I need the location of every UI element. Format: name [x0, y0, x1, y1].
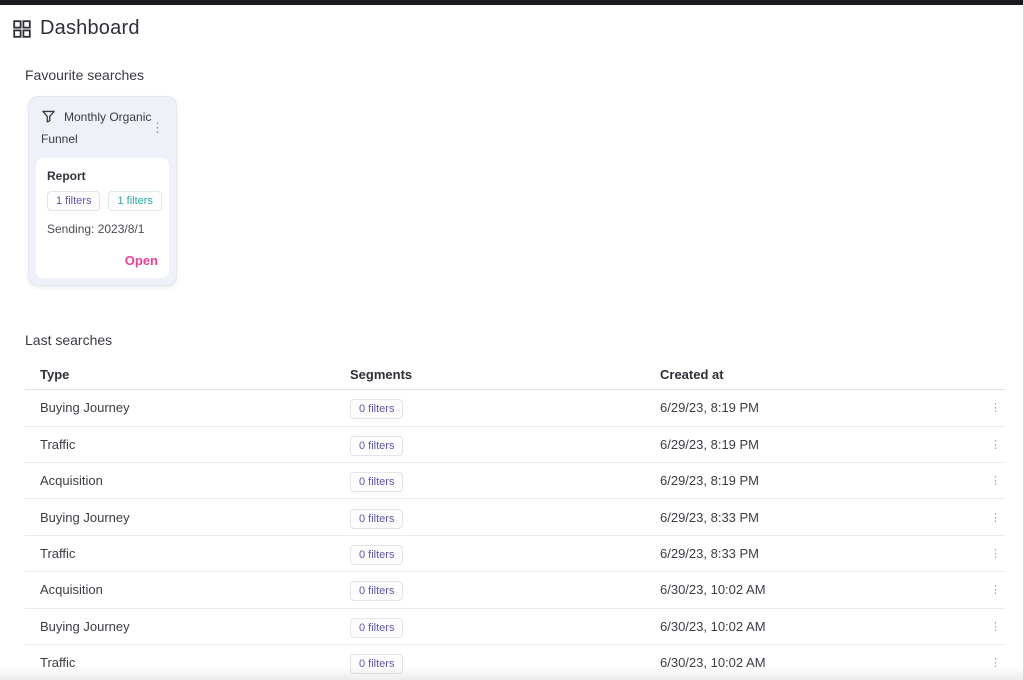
row-kebab-menu-icon[interactable]: ⋮ — [986, 401, 1005, 416]
table-row[interactable]: Traffic 0 filters 6/29/23, 8:19 PM ⋮ — [25, 427, 1005, 463]
filters-badge: 0 filters — [350, 399, 403, 419]
table-row[interactable]: Buying Journey 0 filters 6/29/23, 8:33 P… — [25, 499, 1005, 535]
filters-badge: 0 filters — [350, 545, 403, 565]
column-header-segments: Segments — [350, 367, 660, 382]
filters-badge: 0 filters — [350, 472, 403, 492]
report-label: Report — [47, 169, 158, 183]
favourite-card-body: Report 1 filters 1 filters Sending: 2023… — [36, 158, 169, 278]
created-at-label: 6/30/23, 10:02 AM — [660, 655, 975, 670]
segments-cell: 0 filters — [350, 546, 660, 561]
favourite-search-card[interactable]: Monthly Organic Funnel ⋮ Report 1 filter… — [28, 96, 177, 286]
page-title: Dashboard — [40, 17, 140, 40]
created-at-label: 6/29/23, 8:19 PM — [660, 400, 975, 415]
favourite-card-title: Monthly Organic Funnel — [41, 110, 151, 146]
created-at-label: 6/30/23, 10:02 AM — [660, 619, 975, 634]
table-row[interactable]: Buying Journey 0 filters 6/29/23, 8:19 P… — [25, 390, 1005, 426]
column-header-created-at: Created at — [660, 367, 975, 382]
favourite-searches-heading: Favourite searches — [25, 67, 1023, 83]
search-type-label: Traffic — [40, 437, 350, 452]
created-at-label: 6/30/23, 10:02 AM — [660, 582, 975, 597]
segments-cell: 0 filters — [350, 400, 660, 415]
last-searches-heading: Last searches — [25, 332, 1023, 348]
funnel-icon — [41, 109, 56, 130]
table-row[interactable]: Acquisition 0 filters 6/29/23, 8:19 PM ⋮ — [25, 463, 1005, 499]
row-kebab-menu-icon[interactable]: ⋮ — [986, 583, 1005, 598]
search-type-label: Buying Journey — [40, 510, 350, 525]
filters-badge: 0 filters — [350, 654, 403, 674]
table-body: Buying Journey 0 filters 6/29/23, 8:19 P… — [25, 390, 1005, 680]
segments-cell: 0 filters — [350, 619, 660, 634]
created-at-label: 6/29/23, 8:19 PM — [660, 437, 975, 452]
created-at-label: 6/29/23, 8:33 PM — [660, 546, 975, 561]
row-kebab-menu-icon[interactable]: ⋮ — [986, 656, 1005, 671]
table-row[interactable]: Buying Journey 0 filters 6/30/23, 10:02 … — [25, 609, 1005, 645]
filters-badge: 0 filters — [350, 509, 403, 529]
created-at-label: 6/29/23, 8:19 PM — [660, 473, 975, 488]
card-badges: 1 filters 1 filters — [47, 191, 158, 211]
row-kebab-menu-icon[interactable]: ⋮ — [986, 474, 1005, 489]
table-row[interactable]: Acquisition 0 filters 6/30/23, 10:02 AM … — [25, 572, 1005, 608]
segments-cell: 0 filters — [350, 437, 660, 452]
sending-date-label: Sending: 2023/8/1 — [47, 222, 158, 236]
app-header: Dashboard — [0, 5, 1023, 40]
table-row[interactable]: Traffic 0 filters 6/30/23, 10:02 AM ⋮ — [25, 645, 1005, 680]
search-type-label: Traffic — [40, 655, 350, 670]
favourite-card-header: Monthly Organic Funnel ⋮ — [29, 97, 176, 156]
row-kebab-menu-icon[interactable]: ⋮ — [986, 511, 1005, 526]
segments-cell: 0 filters — [350, 473, 660, 488]
filters-badge: 1 filters — [108, 191, 161, 211]
row-kebab-menu-icon[interactable]: ⋮ — [986, 620, 1005, 635]
segments-cell: 0 filters — [350, 510, 660, 525]
row-kebab-menu-icon[interactable]: ⋮ — [986, 547, 1005, 562]
created-at-label: 6/29/23, 8:33 PM — [660, 510, 975, 525]
search-type-label: Acquisition — [40, 582, 350, 597]
search-type-label: Traffic — [40, 546, 350, 561]
search-type-label: Acquisition — [40, 473, 350, 488]
filters-badge: 1 filters — [47, 191, 100, 211]
row-kebab-menu-icon[interactable]: ⋮ — [986, 438, 1005, 453]
segments-cell: 0 filters — [350, 655, 660, 670]
filters-badge: 0 filters — [350, 581, 403, 601]
segments-cell: 0 filters — [350, 582, 660, 597]
card-kebab-menu-icon[interactable]: ⋮ — [147, 119, 168, 136]
table-row[interactable]: Traffic 0 filters 6/29/23, 8:33 PM ⋮ — [25, 536, 1005, 572]
table-header-row: Type Segments Created at — [25, 360, 1005, 390]
filters-badge: 0 filters — [350, 436, 403, 456]
open-link[interactable]: Open — [47, 253, 158, 268]
last-searches-table: Type Segments Created at Buying Journey … — [25, 360, 1005, 680]
search-type-label: Buying Journey — [40, 619, 350, 634]
dashboard-grid-icon — [13, 20, 31, 38]
column-header-type: Type — [40, 367, 350, 382]
filters-badge: 0 filters — [350, 618, 403, 638]
search-type-label: Buying Journey — [40, 400, 350, 415]
